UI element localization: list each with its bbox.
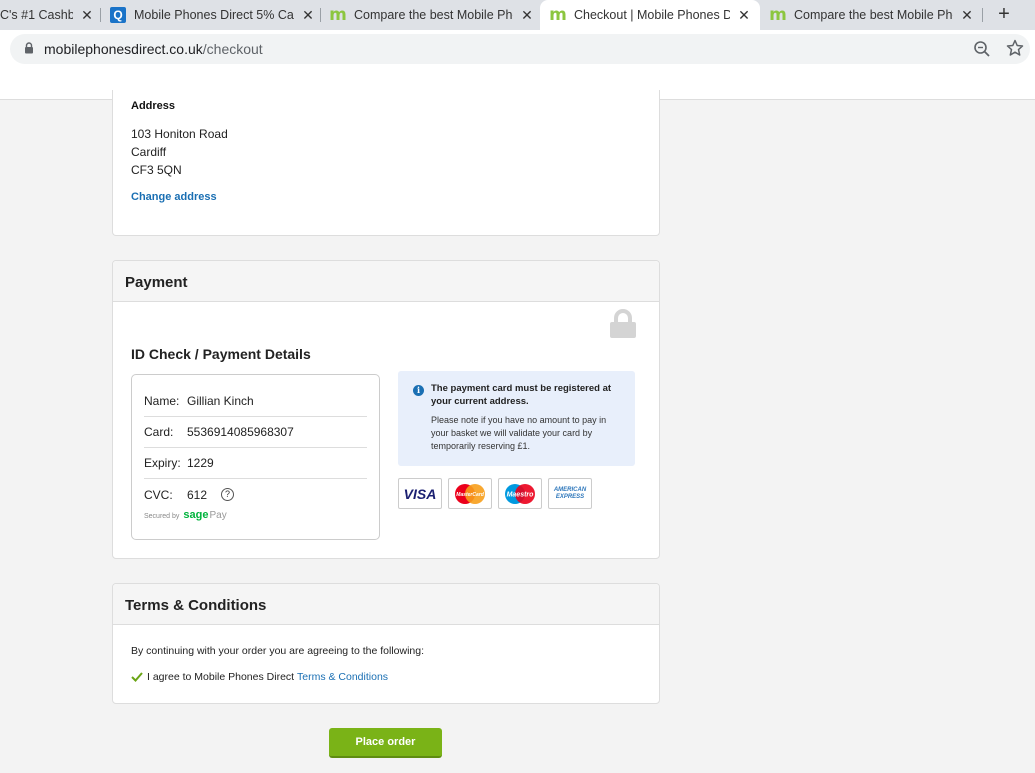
address-label: Address [131, 100, 176, 112]
payment-info-box: i The payment card must be registered at… [398, 371, 635, 466]
mastercard-logo: MasterCard [448, 478, 492, 509]
secure-lock-icon [610, 309, 636, 338]
terms-agree-text: I agree to Mobile Phones Direct [147, 671, 297, 683]
card-row: Card: 5536914085968307 [144, 417, 367, 448]
cvc-label: CVC: [144, 487, 173, 502]
name-value: Gillian Kinch [187, 394, 254, 408]
q-icon: Q [110, 7, 126, 23]
name-row: Name: Gillian Kinch [144, 386, 367, 417]
terms-panel: Terms & Conditions By continuing with yo… [112, 583, 660, 704]
card-logos: VISA MasterCard Maestro AMERICAN EXPRESS [398, 478, 598, 509]
terms-link[interactable]: Terms & Conditions [297, 671, 388, 683]
tab-separator [982, 8, 983, 22]
lock-icon [25, 42, 33, 54]
tab-checkout[interactable]: m Checkout | Mobile Phones Direct ✕ [540, 0, 760, 30]
terms-agree-row[interactable]: I agree to Mobile Phones Direct Terms & … [131, 671, 388, 683]
bookmark-star-icon[interactable] [1006, 39, 1024, 57]
browser-toolbar: mobilephonesdirect.co.uk/checkout [0, 30, 1035, 68]
m-icon: m [770, 5, 787, 25]
info-text: Please note if you have no amount to pay… [431, 415, 607, 451]
visa-logo: VISA [398, 478, 442, 509]
m-icon: m [549, 5, 567, 25]
info-bold-text: The payment card must be registered at y… [431, 383, 612, 407]
expiry-row: Expiry: 1229 [144, 448, 367, 479]
svg-text:MasterCard: MasterCard [456, 492, 484, 498]
cvc-value: 612 [187, 487, 208, 502]
payment-panel: Payment ID Check / Payment Details Name:… [112, 260, 660, 559]
card-number-value: 5536914085968307 [187, 425, 294, 439]
payment-heading: Payment [113, 261, 659, 302]
m-icon: m [330, 5, 347, 25]
svg-text:Maestro: Maestro [507, 491, 535, 498]
expiry-value: 1229 [187, 456, 214, 470]
tab-title: C's #1 Cashback [0, 8, 73, 22]
url-path: /checkout [202, 41, 263, 57]
url-domain: mobilephonesdirect.co.uk [44, 41, 203, 57]
address-panel: Address 103 Honiton Road Cardiff CF3 5QN… [112, 90, 660, 236]
card-details-box: Name: Gillian Kinch Card: 55369140859683… [131, 374, 380, 540]
sagepay-badge: Secured by sage Pay [144, 509, 227, 521]
address-line-2: Cardiff [131, 145, 167, 159]
close-icon[interactable]: ✕ [519, 7, 535, 24]
address-line-1: 103 Honiton Road [131, 127, 228, 141]
terms-heading: Terms & Conditions [113, 584, 659, 625]
place-order-button[interactable]: Place order [329, 728, 442, 758]
tab-cashback[interactable]: C's #1 Cashback ✕ [0, 0, 95, 30]
cvc-row: CVC: 612 ? [144, 479, 367, 510]
tab-compare-2[interactable]: m Compare the best Mobile Phones ✕ [770, 0, 975, 30]
change-address-link[interactable]: Change address [131, 191, 217, 203]
browser-tab-strip: C's #1 Cashback ✕ Q Mobile Phones Direct… [0, 0, 1035, 30]
close-icon[interactable]: ✕ [736, 7, 752, 24]
amex-logo: AMERICAN EXPRESS [548, 478, 592, 509]
tab-title: Compare the best Mobile Phones [354, 8, 513, 22]
mastercard-icon: MasterCard [455, 483, 485, 504]
name-label: Name: [144, 394, 180, 408]
url-text[interactable]: mobilephonesdirect.co.uk/checkout [44, 41, 263, 57]
new-tab-button[interactable]: + [993, 3, 1015, 25]
zoom-icon[interactable] [973, 40, 991, 58]
tab-separator [320, 8, 321, 22]
check-icon [131, 672, 143, 682]
tab-separator [100, 8, 101, 22]
card-label: Card: [144, 425, 174, 439]
info-icon: i [413, 385, 424, 396]
address-bar[interactable]: mobilephonesdirect.co.uk/checkout [10, 34, 1030, 64]
help-icon[interactable]: ? [221, 488, 235, 501]
tab-title: Checkout | Mobile Phones Direct [574, 8, 730, 22]
sage-logo-text: sage [183, 509, 209, 521]
expiry-label: Expiry: [144, 456, 181, 470]
maestro-icon: Maestro [505, 483, 535, 504]
secured-by-text: Secured by [144, 513, 180, 520]
maestro-logo: Maestro [498, 478, 542, 509]
tab-title: Mobile Phones Direct 5% Cashback [134, 8, 294, 22]
terms-intro: By continuing with your order you are ag… [131, 645, 425, 657]
close-icon[interactable]: ✕ [959, 7, 975, 24]
close-icon[interactable]: ✕ [79, 7, 95, 24]
close-icon[interactable]: ✕ [300, 7, 316, 24]
pay-logo-text: Pay [209, 510, 227, 521]
address-line-3: CF3 5QN [131, 163, 182, 177]
tab-compare-1[interactable]: m Compare the best Mobile Phones ✕ [330, 0, 535, 30]
tab-title: Compare the best Mobile Phones [794, 8, 953, 22]
id-check-heading: ID Check / Payment Details [131, 346, 311, 362]
